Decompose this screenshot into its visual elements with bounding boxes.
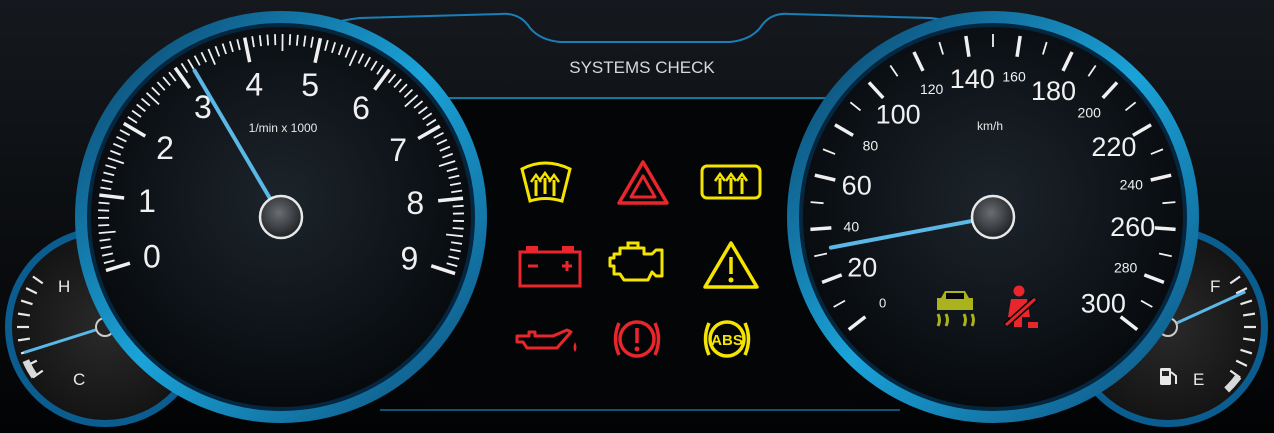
instrument-cluster: SYSTEMS CHECK H C F E 01234 56789 1/min x… [0, 0, 1274, 433]
tachometer-label-4: 4 [245, 67, 263, 103]
center-panel [430, 100, 850, 410]
speedometer-label-20: 20 [847, 252, 877, 282]
speedometer-label-160: 160 [1002, 68, 1026, 84]
speedometer-hub [970, 194, 1016, 240]
tachometer-label-9: 9 [400, 241, 418, 277]
tachometer-label-7: 7 [389, 132, 407, 168]
tachometer-label-6: 6 [352, 90, 370, 126]
tachometer-tick [295, 34, 299, 46]
fuel-empty-label: E [1193, 370, 1204, 389]
speedometer-label-280: 280 [1114, 260, 1138, 276]
speedometer-label-220: 220 [1091, 132, 1136, 162]
tachometer-label-5: 5 [301, 67, 319, 103]
tachometer-label-1: 1 [138, 183, 156, 219]
speedometer-label-100: 100 [876, 100, 921, 130]
tachometer-hub [258, 194, 304, 240]
speedometer: 020 40 60 80 100 120 140 160 180200 220 240 260 280 3… [787, 11, 1199, 423]
fuel-full-label: F [1210, 277, 1220, 296]
speedometer-tick [1154, 226, 1176, 232]
tachometer-unit-label: 1/min x 1000 [249, 121, 318, 135]
speedometer-tick [810, 226, 832, 232]
speedometer-tick [810, 201, 824, 205]
tachometer-tick [452, 227, 464, 230]
speedometer-label-240: 240 [1120, 176, 1144, 192]
speedometer-label-140: 140 [950, 64, 995, 94]
abs-icon-text: ABS [711, 332, 743, 349]
speedometer-tick [1162, 201, 1176, 205]
speedometer-label-260: 260 [1110, 212, 1155, 242]
tachometer-tick [266, 34, 270, 46]
tachometer: 01234 56789 1/min x 1000 [75, 11, 487, 423]
tachometer-tick [98, 201, 110, 205]
temperature-hot-label: H [58, 277, 70, 296]
speedometer-label-180: 180 [1031, 76, 1076, 106]
speedometer-label-120: 120 [920, 81, 944, 97]
systems-check-title: SYSTEMS CHECK [569, 58, 715, 77]
speedometer-label-40: 40 [844, 218, 860, 234]
speedometer-label-80: 80 [863, 137, 879, 153]
tachometer-label-8: 8 [406, 185, 424, 221]
tachometer-label-2: 2 [156, 130, 174, 166]
tachometer-tick [98, 224, 110, 227]
tachometer-tick [288, 34, 292, 46]
tachometer-label-0: 0 [143, 238, 161, 274]
speedometer-label-300: 300 [1081, 289, 1126, 319]
speedometer-label-0: 0 [879, 296, 886, 311]
tachometer-tick [452, 204, 464, 208]
speedometer-unit-label: km/h [977, 119, 1003, 133]
speedometer-label-60: 60 [842, 170, 872, 200]
temperature-cold-label: C [73, 370, 85, 389]
tachometer-tick [258, 35, 262, 47]
speedometer-label-200: 200 [1078, 104, 1102, 120]
